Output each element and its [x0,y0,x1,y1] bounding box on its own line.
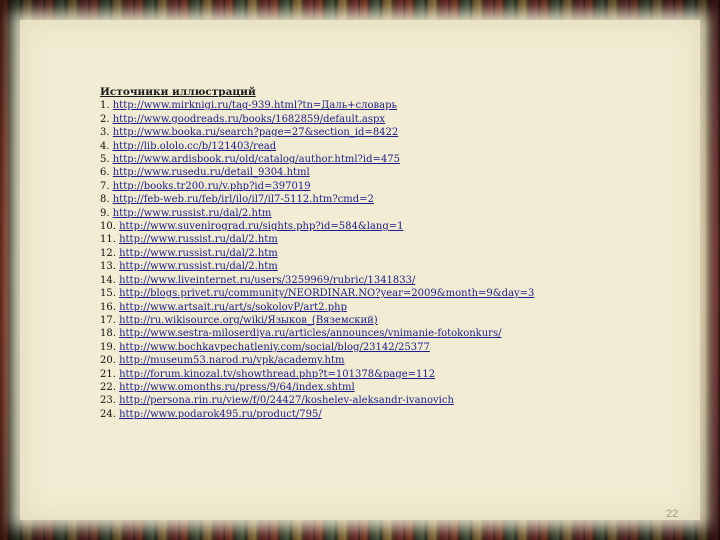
source-link[interactable]: http://lib.ololo.cc/b/121403/read [113,141,276,152]
source-item: 11. http://www.russist.ru/dal/2.htm [100,233,700,246]
sources-heading: Источники иллюстраций [100,86,256,98]
source-number: 12. [100,247,116,259]
source-number: 11. [100,234,116,246]
source-link[interactable]: http://www.goodreads.ru/books/1682859/de… [113,114,385,125]
source-link[interactable]: http://persona.rin.ru/view/f/0/24427/kos… [119,395,454,406]
source-number: 20. [100,355,116,367]
source-number: 21. [100,368,116,380]
source-number: 6. [100,167,110,179]
source-item: 6. http://www.rusedu.ru/detail_9304.html [100,166,700,179]
source-item: 5. http://www.ardisbook.ru/old/catalog/a… [100,153,700,166]
source-number: 15. [100,288,116,300]
source-link[interactable]: http://blogs.privet.ru/community/NEORDIN… [119,288,534,299]
source-item: 21. http://forum.kinozal.tv/showthread.p… [100,368,700,381]
source-link[interactable]: http://feb-web.ru/feb/irl/ilo/il7/il7-51… [113,194,374,205]
source-link[interactable]: http://www.russist.ru/dal/2.htm [113,208,272,219]
source-number: 19. [100,341,116,353]
source-item: 1. http://www.mirknigi.ru/tag-939.html?t… [100,99,700,112]
sources-list: Источники иллюстраций 1. http://www.mirk… [100,86,700,421]
source-link[interactable]: http://www.liveinternet.ru/users/3259969… [119,275,415,286]
source-number: 8. [100,194,110,206]
source-link[interactable]: http://www.sestra-miloserdiya.ru/article… [119,328,501,339]
source-number: 24. [100,408,116,420]
source-link[interactable]: http://www.russist.ru/dal/2.htm [119,234,278,245]
source-item: 15. http://blogs.privet.ru/community/NEO… [100,287,700,300]
source-number: 14. [100,274,116,286]
source-item: 23. http://persona.rin.ru/view/f/0/24427… [100,394,700,407]
sources-rows: 1. http://www.mirknigi.ru/tag-939.html?t… [100,99,700,421]
source-item: 10. http://www.suvenirograd.ru/sights.ph… [100,220,700,233]
source-number: 23. [100,395,116,407]
source-number: 18. [100,328,116,340]
source-link[interactable]: http://forum.kinozal.tv/showthread.php?t… [119,369,435,380]
source-link[interactable]: http://ru.wikisource.org/wiki/Языков_(Вя… [119,315,378,326]
source-number: 4. [100,140,110,152]
source-number: 9. [100,207,110,219]
source-link[interactable]: http://www.mirknigi.ru/tag-939.html?tn=Д… [113,100,397,111]
source-item: 4. http://lib.ololo.cc/b/121403/read [100,140,700,153]
source-link[interactable]: http://www.podarok495.ru/product/795/ [119,409,322,420]
source-link[interactable]: http://www.russist.ru/dal/2.htm [119,248,278,259]
source-number: 17. [100,314,116,326]
source-item: 13. http://www.russist.ru/dal/2.htm [100,260,700,273]
source-item: 20. http://museum53.narod.ru/vpk/academy… [100,354,700,367]
source-link[interactable]: http://www.rusedu.ru/detail_9304.html [113,167,310,178]
source-link[interactable]: http://www.omonths.ru/press/9/64/index.s… [119,382,355,393]
source-number: 16. [100,301,116,313]
source-item: 12. http://www.russist.ru/dal/2.htm [100,247,700,260]
source-item: 16. http://www.artsait.ru/art/s/sokolovP… [100,301,700,314]
source-number: 13. [100,261,116,273]
source-number: 5. [100,154,110,166]
source-link[interactable]: http://www.bochkavpechatleniy.com/social… [119,342,430,353]
source-number: 3. [100,127,110,139]
source-item: 17. http://ru.wikisource.org/wiki/Языков… [100,314,700,327]
source-item: 18. http://www.sestra-miloserdiya.ru/art… [100,327,700,340]
source-item: 9. http://www.russist.ru/dal/2.htm [100,207,700,220]
source-link[interactable]: http://www.russist.ru/dal/2.htm [119,261,278,272]
source-number: 10. [100,221,116,233]
source-item: 14. http://www.liveinternet.ru/users/325… [100,274,700,287]
source-link[interactable]: http://www.suvenirograd.ru/sights.php?id… [119,221,403,232]
source-number: 22. [100,381,116,393]
source-number: 1. [100,100,110,112]
source-item: 8. http://feb-web.ru/feb/irl/ilo/il7/il7… [100,193,700,206]
slide-number: 22 [666,508,679,520]
source-item: 22. http://www.omonths.ru/press/9/64/ind… [100,381,700,394]
source-number: 7. [100,180,110,192]
source-item: 19. http://www.bochkavpechatleniy.com/so… [100,341,700,354]
source-link[interactable]: http://www.booka.ru/search?page=27&secti… [113,127,399,138]
source-item: 24. http://www.podarok495.ru/product/795… [100,408,700,421]
source-link[interactable]: http://www.artsait.ru/art/s/sokolovP/art… [119,302,347,313]
source-item: 2. http://www.goodreads.ru/books/1682859… [100,113,700,126]
source-number: 2. [100,113,110,125]
source-link[interactable]: http://www.ardisbook.ru/old/catalog/auth… [113,154,400,165]
source-item: 7. http://books.tr200.ru/v.php?id=397019 [100,180,700,193]
source-item: 3. http://www.booka.ru/search?page=27&se… [100,126,700,139]
source-link[interactable]: http://books.tr200.ru/v.php?id=397019 [113,181,311,192]
source-link[interactable]: http://museum53.narod.ru/vpk/academy.htm [119,355,344,366]
